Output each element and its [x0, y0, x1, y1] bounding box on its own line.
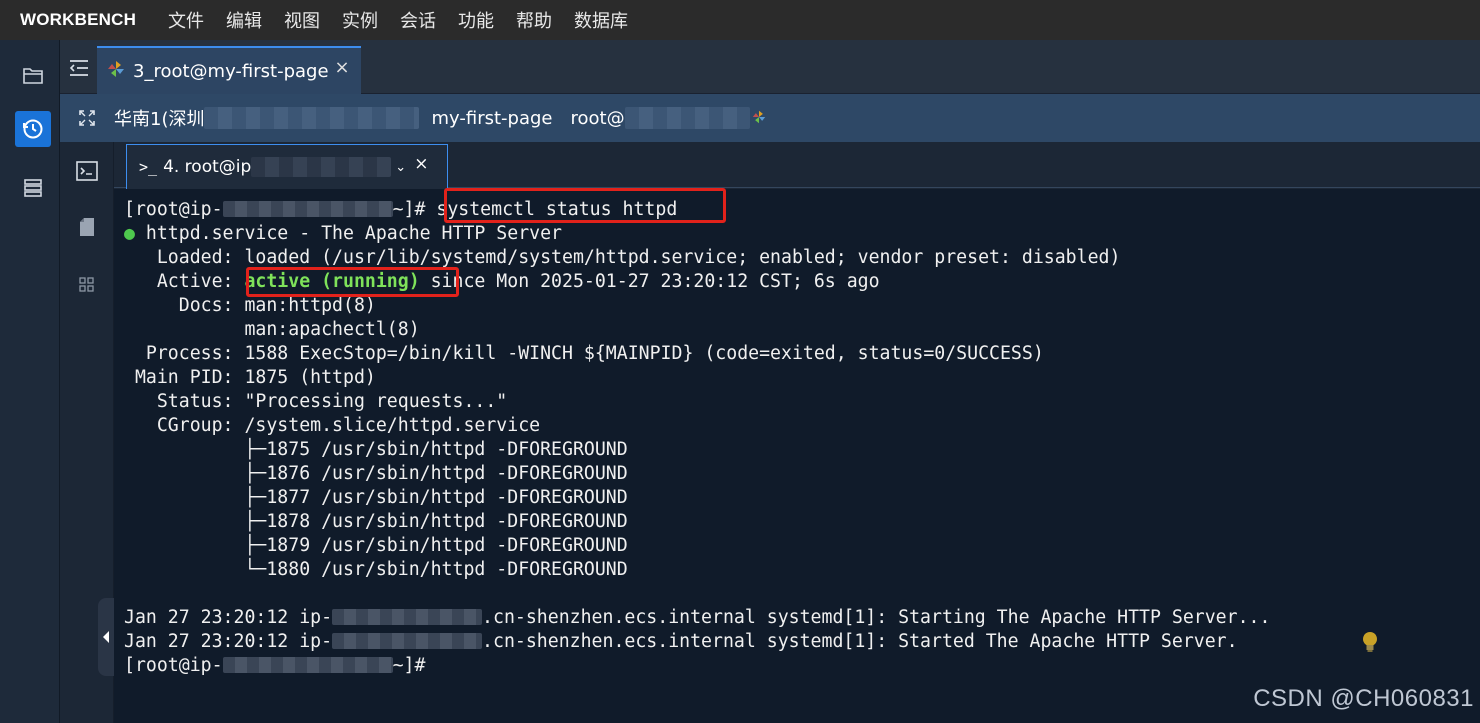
menu-instance[interactable]: 实例 — [342, 7, 378, 33]
session-tab-label: 3_root@my-first-page — [133, 60, 329, 82]
file-icon[interactable] — [74, 214, 100, 240]
region-label: 华南1(深圳 — [114, 109, 205, 130]
active-highlight — [246, 267, 459, 297]
active-line: Active: active (running) since Mon 2025-… — [124, 271, 880, 292]
chevron-left-icon — [103, 631, 109, 643]
status-line: Status: "Processing requests..." — [124, 391, 508, 412]
terminal-tabbar: >_ 4. root@ip ⌄ × — [114, 142, 1480, 189]
redacted-ip — [251, 157, 392, 177]
redacted-host — [624, 107, 750, 129]
command-highlight — [444, 188, 726, 223]
lightbulb-icon[interactable] — [1360, 630, 1380, 658]
history-icon[interactable] — [15, 111, 51, 147]
menu-features[interactable]: 功能 — [458, 7, 494, 33]
docs-line: man:apachectl(8) — [124, 319, 420, 340]
menu-database[interactable]: 数据库 — [574, 7, 628, 33]
process-tree-line: ├─1875 /usr/sbin/httpd -DFOREGROUND — [124, 439, 628, 460]
menu-view[interactable]: 视图 — [284, 7, 320, 33]
instance-infobar: 华南1(深圳 my-first-page root@ — [60, 94, 1480, 142]
process-tree-line: ├─1877 /usr/sbin/httpd -DFOREGROUND — [124, 487, 628, 508]
terminal-tab-label: 4. root@ip — [163, 157, 252, 177]
menu-edit[interactable]: 编辑 — [226, 7, 262, 33]
folder-icon[interactable] — [15, 58, 51, 94]
redacted-region — [204, 107, 420, 129]
session-tabbar: 3_root@my-first-page × — [60, 40, 1480, 94]
tab-terminal[interactable]: >_ 4. root@ip ⌄ × — [126, 144, 448, 189]
terminal-output[interactable]: [root@ip- ~]# systemctl status httpd ● ht… — [114, 188, 1480, 723]
menu-session[interactable]: 会话 — [400, 7, 436, 33]
mainpid-line: Main PID: 1875 (httpd) — [124, 367, 376, 388]
process-tree-line: ├─1878 /usr/sbin/httpd -DFOREGROUND — [124, 511, 628, 532]
menubar: WORKBENCH 文件 编辑 视图 实例 会话 功能 帮助 数据库 — [0, 0, 1480, 40]
process-tree-line: └─1880 /usr/sbin/httpd -DFOREGROUND — [124, 559, 628, 580]
expand-icon[interactable] — [60, 109, 114, 127]
tab-session[interactable]: 3_root@my-first-page × — [97, 46, 361, 94]
close-icon[interactable]: × — [414, 154, 428, 174]
menu-file[interactable]: 文件 — [168, 7, 204, 33]
service-line: ● httpd.service - The Apache HTTP Server — [124, 223, 562, 244]
docs-line: Docs: man:httpd(8) — [124, 295, 376, 316]
terminal-icon[interactable] — [74, 158, 100, 184]
prompt-icon: >_ — [139, 158, 158, 176]
pinwheel-icon — [107, 60, 125, 82]
process-tree-line: ├─1879 /usr/sbin/httpd -DFOREGROUND — [124, 535, 628, 556]
menu-help[interactable]: 帮助 — [516, 7, 552, 33]
process-tree-line: ├─1876 /usr/sbin/httpd -DFOREGROUND — [124, 463, 628, 484]
instance-name: my-first-page — [431, 107, 553, 129]
collapse-handle[interactable] — [98, 598, 114, 676]
user-label: root@ — [570, 107, 625, 129]
chevron-down-icon[interactable]: ⌄ — [395, 160, 406, 175]
app-brand: WORKBENCH — [20, 10, 137, 29]
watermark: CSDN @CH060831 — [1253, 685, 1474, 712]
tab-list-icon[interactable] — [66, 55, 92, 81]
prompt-line: [root@ip- ~]# — [124, 655, 426, 676]
log-line: Jan 27 23:20:12 ip- .cn-shenzhen.ecs.inte… — [124, 607, 1271, 628]
cgroup-line: CGroup: /system.slice/httpd.service — [124, 415, 541, 436]
close-icon[interactable]: × — [335, 57, 350, 78]
activity-bar — [0, 40, 60, 723]
log-line: Jan 27 23:20:12 ip- .cn-shenzhen.ecs.inte… — [124, 631, 1238, 652]
process-line: Process: 1588 ExecStop=/bin/kill -WINCH … — [124, 343, 1044, 364]
list-icon[interactable] — [15, 170, 51, 206]
grid-icon[interactable] — [74, 272, 100, 298]
pinwheel-icon — [752, 109, 766, 128]
